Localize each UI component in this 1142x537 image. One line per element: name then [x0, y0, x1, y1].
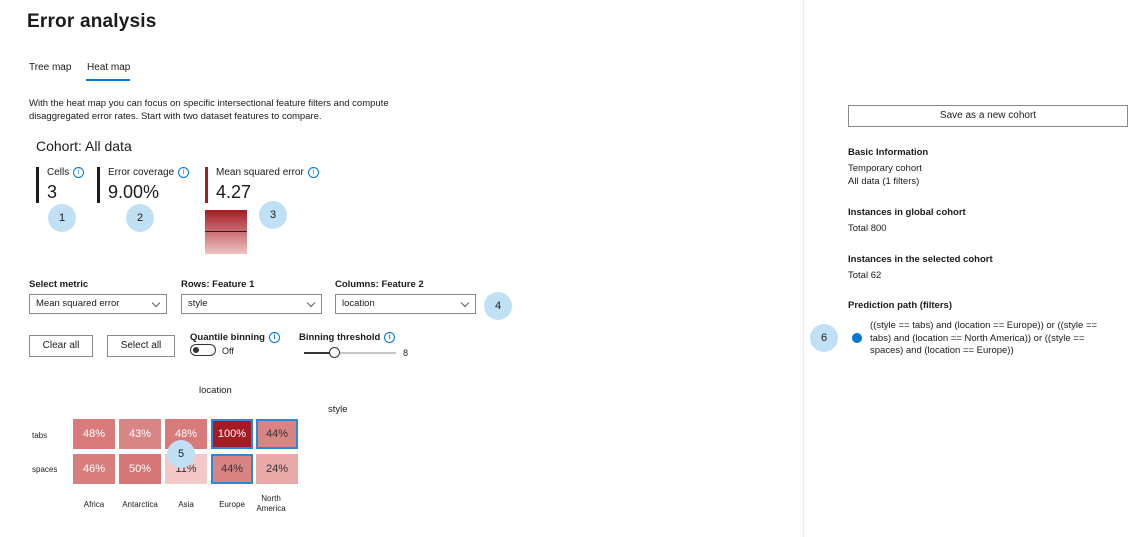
callout-badge: 6	[810, 324, 838, 352]
mse-metric-bar	[205, 167, 208, 203]
heatmap-cell-tabs-europe[interactable]: 100%	[211, 419, 253, 449]
heatmap-description: With the heat map you can focus on speci…	[29, 98, 389, 122]
binning-threshold-slider-track[interactable]	[334, 352, 396, 354]
toggle-knob	[193, 347, 199, 353]
quantile-binning-state: Off	[222, 346, 234, 356]
active-tab-indicator	[86, 79, 130, 81]
heatmap-row-label: spaces	[32, 465, 58, 474]
basic-info-line: All data (1 filters)	[848, 176, 920, 187]
chevron-down-icon	[151, 298, 161, 308]
save-cohort-button[interactable]: Save as a new cohort	[848, 105, 1128, 127]
panel-divider	[803, 0, 804, 537]
cells-metric-bar	[36, 167, 39, 203]
clear-all-button[interactable]: Clear all	[29, 335, 93, 357]
quantile-binning-label-text: Quantile binning	[190, 332, 265, 343]
heatmap-cell-spaces-africa[interactable]: 46%	[73, 454, 115, 484]
info-icon[interactable]: i	[307, 167, 319, 178]
columns-feature-label: Columns: Feature 2	[335, 279, 424, 290]
select-metric-label: Select metric	[29, 279, 89, 290]
selected-cohort-heading: Instances in the selected cohort	[848, 254, 993, 265]
info-icon[interactable]: i	[73, 167, 85, 178]
heatmap-column-label: Africa	[83, 500, 105, 509]
binning-threshold-label-text: Binning threshold	[299, 332, 381, 343]
cohort-title: Cohort: All data	[36, 138, 132, 154]
cells-value: 3	[47, 182, 58, 202]
tab-heat-map[interactable]: Heat map	[87, 62, 130, 73]
chevron-down-icon	[460, 298, 470, 308]
select-all-button[interactable]: Select all	[107, 335, 175, 357]
tab-tree-map[interactable]: Tree map	[29, 62, 71, 73]
columns-feature-dropdown[interactable]: location	[335, 294, 476, 314]
heatmap-cell-spaces-europe[interactable]: 44%	[211, 454, 253, 484]
error-coverage-label-text: Error coverage	[108, 167, 175, 178]
rows-feature-value: style	[188, 298, 208, 309]
callout-badge: 5	[167, 440, 195, 468]
heatmap-cell-tabs-africa[interactable]: 48%	[73, 419, 115, 449]
binning-threshold-slider-thumb[interactable]	[329, 347, 340, 358]
binning-threshold-label: Binning threshold i	[299, 332, 396, 343]
error-coverage-label: Error coverage i	[108, 167, 190, 178]
heatmap-column-label: Europe	[219, 500, 245, 509]
heatmap-row-label: tabs	[32, 431, 48, 440]
heatmap-column-label: North America	[256, 494, 286, 513]
mse-label: Mean squared error i	[216, 167, 319, 178]
heatmap-row-feature: style	[328, 404, 348, 415]
mse-label-text: Mean squared error	[216, 167, 304, 178]
heatmap-column-label: Asia	[178, 500, 194, 509]
select-metric-value: Mean squared error	[36, 298, 120, 309]
chevron-down-icon	[306, 298, 316, 308]
heatmap-cell-tabs-antarctica[interactable]: 43%	[119, 419, 161, 449]
error-coverage-metric-bar	[97, 167, 100, 203]
heatmap-cell-spaces-antarctica[interactable]: 50%	[119, 454, 161, 484]
cells-label: Cells i	[47, 167, 85, 178]
rows-feature-dropdown[interactable]: style	[181, 294, 322, 314]
basic-info-heading: Basic Information	[848, 147, 929, 158]
global-cohort-heading: Instances in global cohort	[848, 207, 966, 218]
callout-badge: 4	[484, 292, 512, 320]
mse-color-legend	[205, 210, 247, 254]
selected-cohort-total: Total 62	[848, 270, 882, 281]
quantile-binning-toggle[interactable]	[190, 344, 216, 356]
page-title: Error analysis	[27, 11, 157, 32]
prediction-path-heading: Prediction path (filters)	[848, 300, 952, 311]
columns-feature-value: location	[342, 298, 375, 309]
prediction-path-text: ((style == tabs) and (location == Europe…	[870, 320, 1098, 356]
binning-threshold-value: 8	[403, 348, 409, 358]
info-icon[interactable]: i	[178, 167, 190, 178]
error-coverage-value: 9.00%	[108, 182, 160, 202]
callout-badge: 2	[126, 204, 154, 232]
mse-value: 4.27	[216, 182, 252, 202]
heatmap-column-label: Antarctica	[122, 500, 158, 509]
cells-label-text: Cells	[47, 167, 70, 178]
heatmap-cell-tabs-north-america[interactable]: 44%	[256, 419, 298, 449]
info-icon[interactable]: i	[268, 332, 280, 343]
prediction-path-dot-icon	[852, 333, 862, 343]
info-icon[interactable]: i	[384, 332, 396, 343]
mse-legend-marker	[205, 231, 247, 232]
callout-badge: 1	[48, 204, 76, 232]
callout-badge: 3	[259, 201, 287, 229]
heatmap-cell-spaces-north-america[interactable]: 24%	[256, 454, 298, 484]
heatmap-column-feature: location	[199, 385, 232, 396]
quantile-binning-label: Quantile binning i	[190, 332, 280, 343]
select-metric-dropdown[interactable]: Mean squared error	[29, 294, 167, 314]
basic-info-line: Temporary cohort	[848, 163, 922, 174]
global-cohort-total: Total 800	[848, 223, 887, 234]
rows-feature-label: Rows: Feature 1	[181, 279, 255, 290]
